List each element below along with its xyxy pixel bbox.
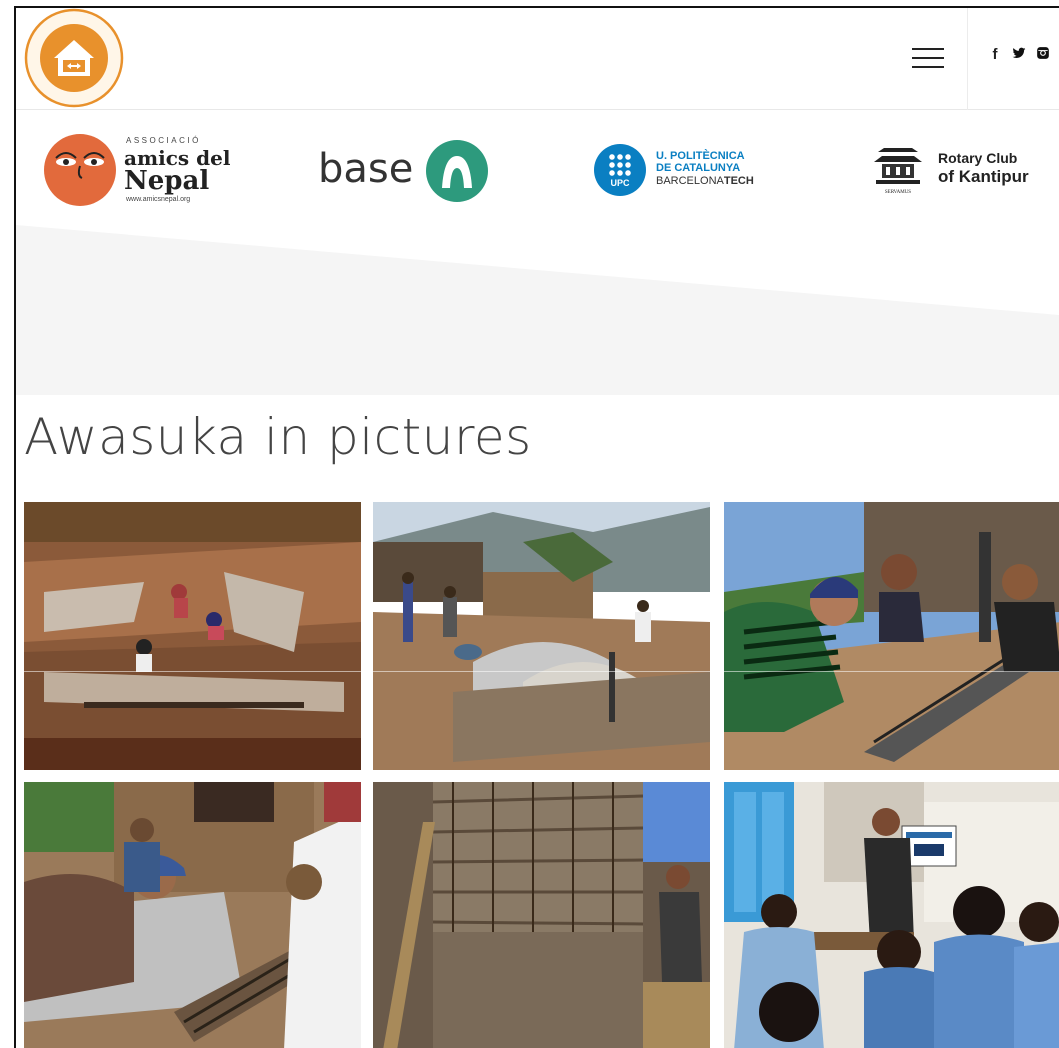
rotary-kantipur-logo[interactable]: SERVAMUS Rotary Club of Kantipur (868, 140, 1058, 200)
amics-del-nepal-logo[interactable]: ASSOCIACIÓ amics del Nepal www.amicsnepa… (44, 132, 234, 207)
photo-gallery (16, 502, 1059, 1048)
hamburger-menu-button[interactable] (912, 48, 944, 70)
social-links: f (988, 46, 1050, 64)
facebook-icon[interactable]: f (988, 46, 1002, 64)
photo-rebar-tying[interactable] (24, 782, 361, 1048)
upc-line1: U. POLITÈCNICA (656, 150, 745, 162)
site-header: f (16, 8, 1059, 110)
amics-line2: Nepal (124, 166, 210, 196)
svg-text:SERVAMUS: SERVAMUS (885, 190, 911, 195)
sponsor-logos: ASSOCIACIÓ amics del Nepal www.amicsnepa… (16, 110, 1059, 225)
rotary-line1: Rotary Club (938, 150, 1018, 166)
upc-line3: BARCELONATECH (656, 175, 754, 187)
page: f ASSOCIACIÓ amics del Nepal www.amicsne… (14, 6, 1059, 1048)
header-divider (967, 8, 968, 110)
upc-line2: DE CATALUNYA (656, 162, 741, 174)
site-logo[interactable] (24, 8, 124, 108)
photo-foundation-trench[interactable] (24, 502, 361, 770)
instagram-icon[interactable] (1036, 46, 1050, 64)
photo-hover-line (24, 671, 361, 672)
gallery-title: Awasuka in pictures (24, 408, 532, 466)
base-word: base (318, 146, 414, 192)
pagoda-emblem-icon: SERVAMUS (874, 148, 922, 195)
photo-wall-reinforcement[interactable] (373, 782, 710, 1048)
amics-small-label: ASSOCIACIÓ (126, 136, 201, 145)
base-arch-icon (426, 140, 488, 202)
upc-badge: UPC (594, 144, 646, 196)
photo-hover-line (724, 671, 1059, 672)
buddha-eyes-icon (44, 134, 116, 206)
upc-logo[interactable]: UPC U. POLITÈCNICA DE CATALUNYA BARCELON… (594, 144, 794, 196)
photo-workers-rebar[interactable] (724, 502, 1059, 770)
decorative-band (16, 225, 1059, 395)
photo-wheelbarrow-site[interactable] (373, 502, 710, 770)
photo-hover-line (373, 671, 710, 672)
base-logo[interactable]: base (318, 140, 498, 202)
twitter-icon[interactable] (1012, 46, 1026, 64)
rotary-line2: of Kantipur (938, 167, 1029, 186)
photo-classroom-training[interactable] (724, 782, 1059, 1048)
amics-url: www.amicsnepal.org (126, 196, 191, 203)
